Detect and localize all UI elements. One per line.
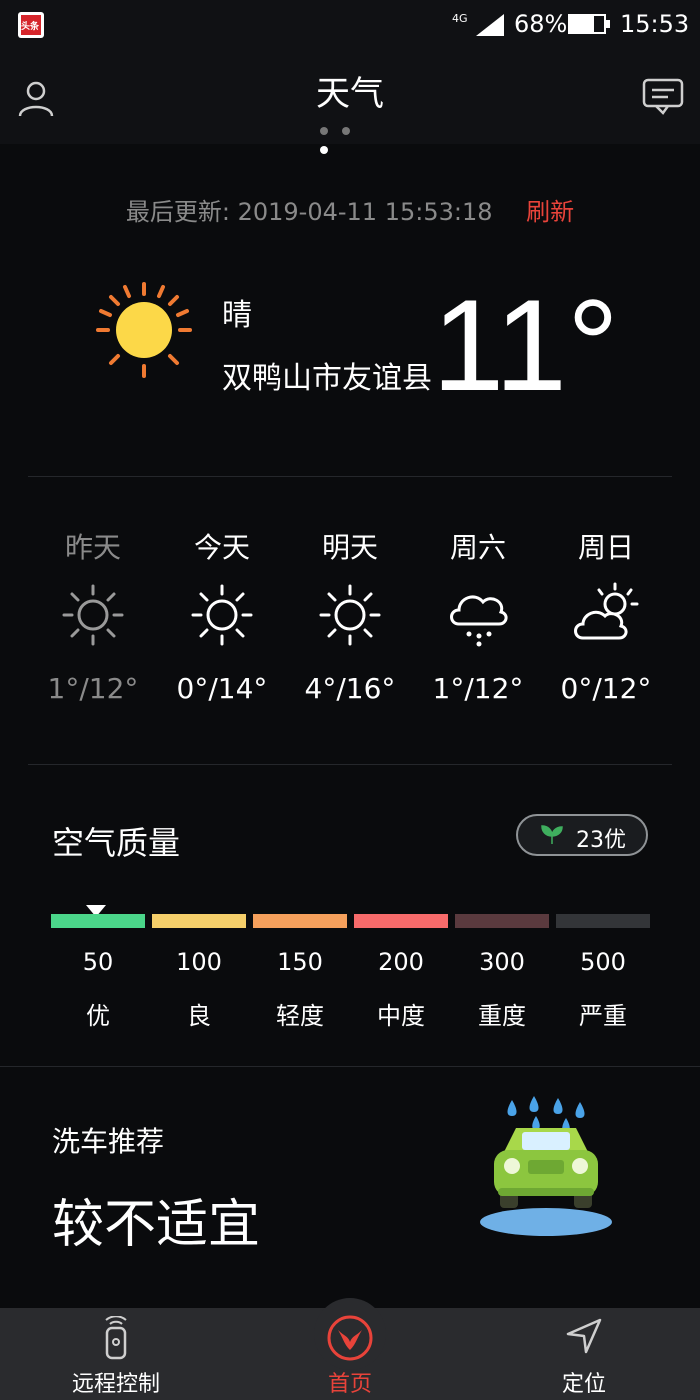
tab-label: 首页: [327, 1372, 372, 1397]
forecast-day: 周日 0°/12°: [541, 526, 671, 705]
tab-label: 远程控制: [71, 1372, 160, 1397]
current-location: 双鸭山市友谊县: [222, 361, 432, 396]
sunny-outline-icon: [62, 584, 124, 646]
forecast-day-label: 周日: [577, 531, 634, 564]
forecast-day-label: 周六: [449, 531, 506, 564]
forecast-temp: 1°/12°: [432, 672, 524, 705]
tab-remote-control[interactable]: 远程控制: [46, 1308, 186, 1400]
aqi-segment-light: [253, 914, 347, 928]
page-dot-active: [320, 146, 328, 154]
divider: [28, 764, 672, 765]
message-icon[interactable]: [642, 78, 684, 116]
last-updated-label: 最后更新:: [125, 198, 230, 226]
aqi-scale-label: 轻度: [276, 1002, 324, 1030]
forecast-day: 今天 0°/14°: [157, 526, 287, 705]
signal-icon: [476, 14, 504, 36]
aqi-scale-label: 严重: [579, 1002, 627, 1030]
aqi-scale-value: 200: [378, 948, 424, 976]
aqi-segment-moderate: [354, 914, 448, 928]
aqi-scale-label: 良: [187, 1002, 211, 1030]
sunny-outline-icon: [319, 584, 381, 646]
sun-icon: [96, 282, 192, 378]
toutiao-app-icon: 头条: [18, 12, 44, 38]
forecast-day: 周六 1°/12°: [413, 526, 543, 705]
aqi-segment-good: [152, 914, 246, 928]
forecast-temp: 1°/12°: [47, 672, 139, 705]
tab-home[interactable]: 首页: [280, 1308, 420, 1400]
section-divider: [0, 1066, 700, 1067]
aqi-scale-value: 50: [82, 948, 114, 976]
forecast-day-label: 昨天: [64, 531, 121, 564]
tab-location[interactable]: 定位: [514, 1308, 654, 1400]
battery-percent: 68%: [514, 10, 568, 38]
forecast-temp: 0°/12°: [560, 672, 652, 705]
sunny-outline-icon: [191, 584, 253, 646]
page-dot: [320, 127, 328, 135]
aqi-scale-value: 100: [176, 948, 222, 976]
forecast-day: 昨天 1°/12°: [28, 526, 158, 705]
battery-cap: [606, 20, 610, 28]
divider: [28, 476, 672, 477]
forecast-day-label: 明天: [321, 531, 378, 564]
last-updated: 最后更新: 2019-04-11 15:53:18 刷新: [0, 192, 700, 227]
forecast-temp: 4°/16°: [304, 672, 396, 705]
aqi-scale-label: 优: [86, 1002, 110, 1030]
page-indicator: [320, 120, 380, 154]
forecast-day: 明天 4°/16°: [285, 526, 415, 705]
aqi-scale-label: 重度: [478, 1002, 526, 1030]
aqi-scale-value: 150: [277, 948, 323, 976]
status-time: 15:53: [620, 10, 690, 38]
location-arrow-icon: [566, 1318, 602, 1354]
aqi-segment-heavy: [455, 914, 549, 928]
partly-cloudy-icon: [574, 582, 639, 640]
tab-label: 定位: [561, 1372, 606, 1397]
air-quality-title: 空气质量: [52, 824, 181, 862]
forecast-temp: 0°/14°: [176, 672, 268, 705]
forecast-day-label: 今天: [193, 531, 250, 564]
last-updated-time: 2019-04-11 15:53:18: [237, 198, 493, 226]
current-condition: 晴: [222, 298, 252, 333]
page-dot: [342, 127, 350, 135]
aqi-segment-severe: [556, 914, 650, 928]
refresh-button[interactable]: 刷新: [526, 198, 574, 226]
battery-fill: [570, 16, 594, 32]
aqi-segment-excellent: [51, 914, 145, 928]
air-quality-value: 23优: [576, 828, 626, 853]
aqi-scale-value: 500: [580, 948, 626, 976]
car-wash-value: 较不适宜: [52, 1195, 261, 1255]
remote-control-icon: [105, 1316, 127, 1360]
current-temperature: 11°: [432, 272, 619, 418]
leaf-icon: [541, 825, 563, 844]
rain-cloud-icon: [450, 595, 508, 647]
aqi-scale-value: 300: [479, 948, 525, 976]
car-wash-title: 洗车推荐: [52, 1125, 165, 1158]
page-title: 天气: [316, 74, 384, 114]
dongfeng-logo-icon: [327, 1315, 373, 1361]
aqi-scale-label: 中度: [377, 1002, 425, 1030]
car-wash-icon: [480, 1096, 612, 1236]
network-type: 4G: [452, 12, 468, 25]
